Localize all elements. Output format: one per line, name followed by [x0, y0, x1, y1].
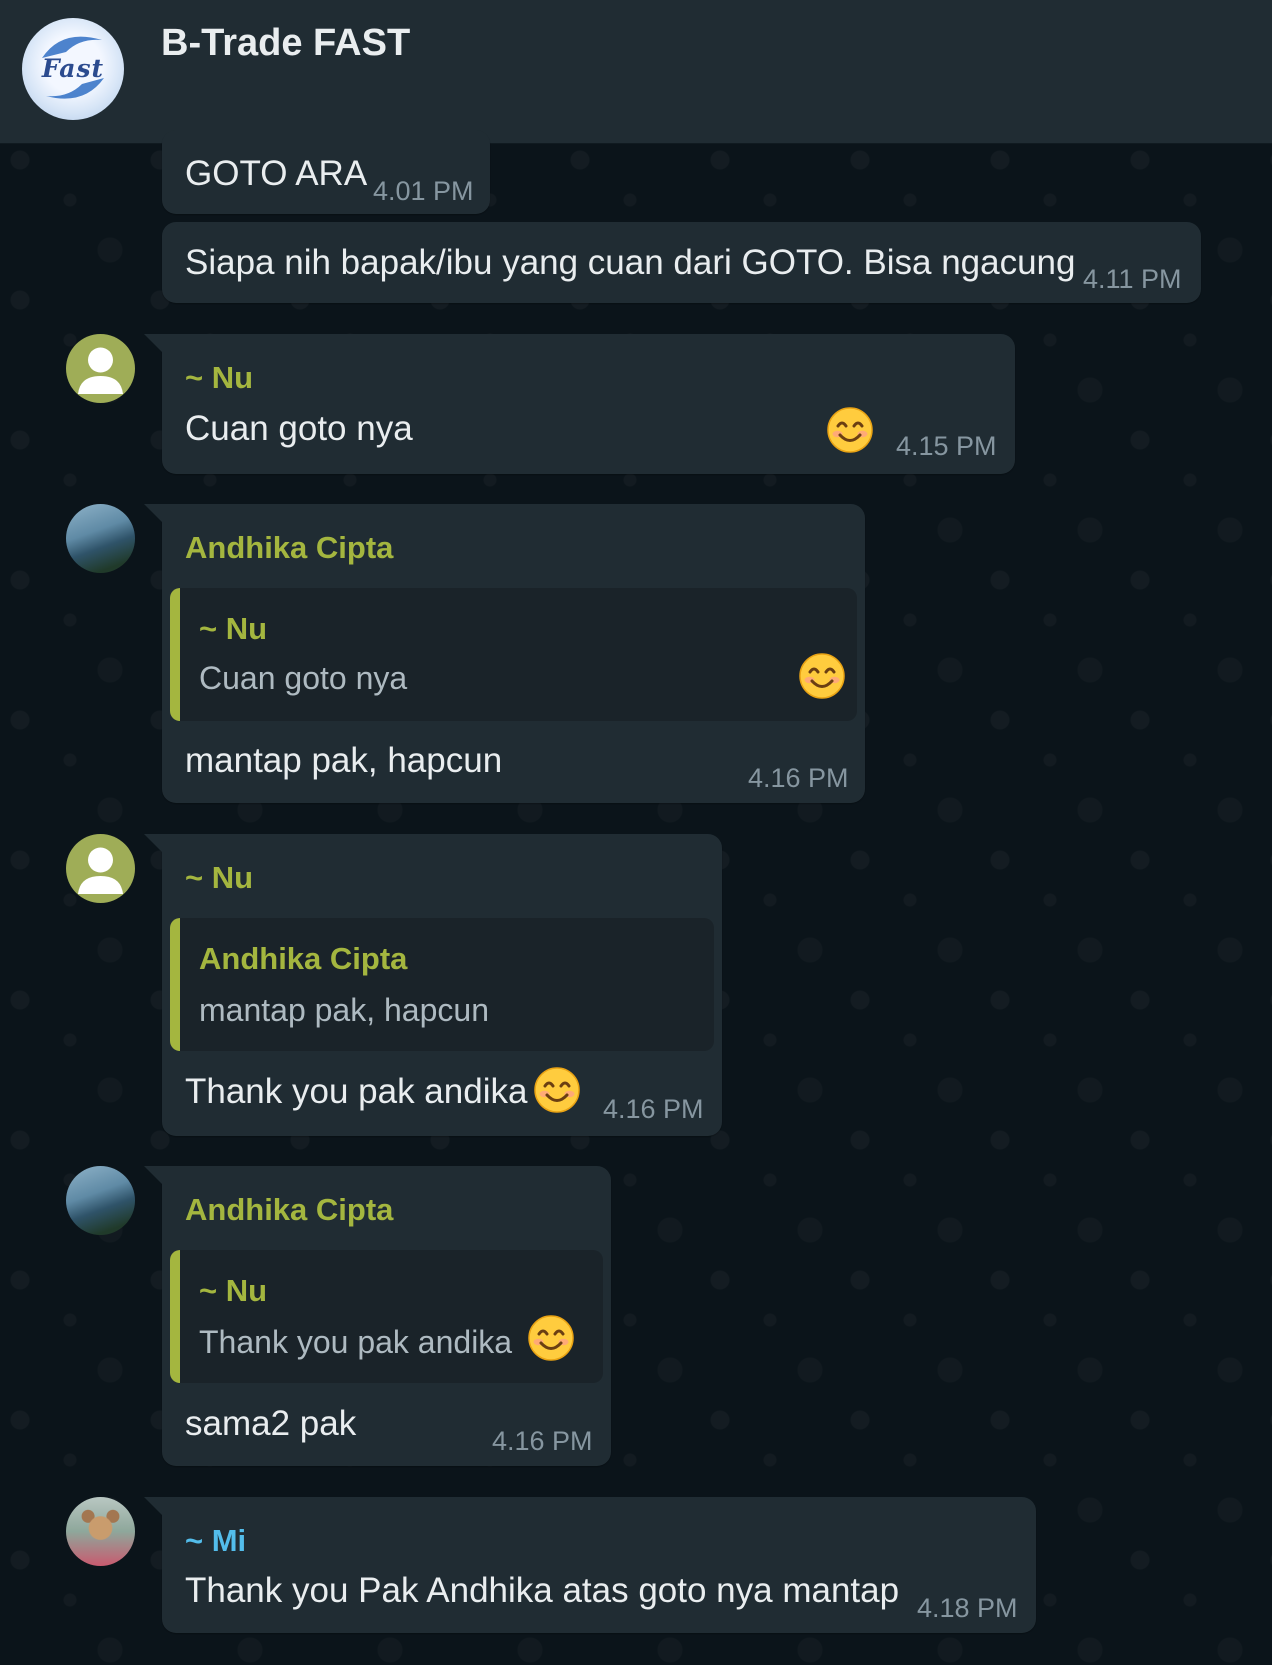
person-icon [66, 334, 135, 403]
person-icon [66, 834, 135, 903]
avatar[interactable] [66, 504, 135, 573]
quote-bar [170, 588, 180, 721]
sender-name: ~ Nu [185, 860, 254, 895]
message-time: 4.01 PM [373, 176, 474, 206]
quoted-sender-name: ~ Nu [199, 1273, 268, 1308]
quoted-message[interactable]: ~ Nu Cuan goto nya [170, 588, 857, 721]
message-text: Thank you pak andika [185, 1072, 528, 1111]
message-bubble[interactable]: Andhika Cipta ~ Nu Thank you pak andika … [144, 1166, 611, 1466]
message-text: sama2 pak [185, 1404, 357, 1443]
sender-name: ~ Mi [185, 1523, 247, 1558]
message-text: Thank you Pak Andhika atas goto nya mant… [185, 1571, 900, 1610]
avatar[interactable] [66, 834, 135, 903]
message-bubble[interactable]: GOTO ARA 4.01 PM [162, 130, 490, 214]
message-time: 4.11 PM [1083, 264, 1182, 294]
message-bubble[interactable]: ~ Nu Andhika Cipta mantap pak, hapcun Th… [144, 834, 722, 1136]
smiling-face-emoji-icon [527, 1314, 575, 1362]
message-time: 4.18 PM [917, 1593, 1018, 1623]
group-logo-text: Fast [41, 54, 105, 83]
quoted-sender-name: ~ Nu [199, 611, 268, 646]
message-time: 4.16 PM [748, 763, 849, 793]
avatar[interactable] [66, 334, 135, 403]
quoted-text: mantap pak, hapcun [199, 992, 489, 1028]
quoted-text: Cuan goto nya [199, 660, 408, 696]
group-title[interactable]: B-Trade FAST [161, 22, 410, 65]
message-bubble[interactable]: ~ Nu Cuan goto nya 4.15 PM [144, 334, 1015, 474]
message-text: GOTO ARA [185, 154, 368, 193]
avatar[interactable] [66, 1497, 135, 1566]
message-time: 4.16 PM [492, 1426, 593, 1456]
message-bubble[interactable]: ~ Mi Thank you Pak Andhika atas goto nya… [144, 1497, 1036, 1633]
message-text: mantap pak, hapcun [185, 741, 503, 780]
message-bubble[interactable]: Andhika Cipta ~ Nu Cuan goto nya mantap … [144, 504, 865, 803]
message-text: Siapa nih bapak/ibu yang cuan dari GOTO.… [185, 243, 1076, 282]
quoted-message[interactable]: Andhika Cipta mantap pak, hapcun [170, 918, 714, 1051]
chat-header[interactable]: Fast B-Trade FAST [0, 0, 1272, 144]
sender-name: Andhika Cipta [185, 530, 394, 565]
message-time: 4.16 PM [603, 1094, 704, 1124]
quote-bar [170, 918, 180, 1051]
sender-name: Andhika Cipta [185, 1192, 394, 1227]
quoted-sender-name: Andhika Cipta [199, 941, 408, 976]
message-time: 4.15 PM [896, 431, 997, 461]
smiling-face-emoji-icon [533, 1066, 581, 1114]
message-bubble[interactable]: Siapa nih bapak/ibu yang cuan dari GOTO.… [162, 222, 1201, 303]
message-text: Cuan goto nya [185, 409, 413, 448]
sender-name: ~ Nu [185, 360, 254, 395]
group-avatar[interactable]: Fast [22, 18, 124, 120]
avatar[interactable] [66, 1166, 135, 1235]
smiling-face-emoji-icon [826, 406, 874, 454]
quoted-message[interactable]: ~ Nu Thank you pak andika [170, 1250, 603, 1383]
smiling-face-emoji-icon [798, 652, 846, 700]
quoted-text: Thank you pak andika [199, 1324, 513, 1360]
quote-bar [170, 1250, 180, 1383]
